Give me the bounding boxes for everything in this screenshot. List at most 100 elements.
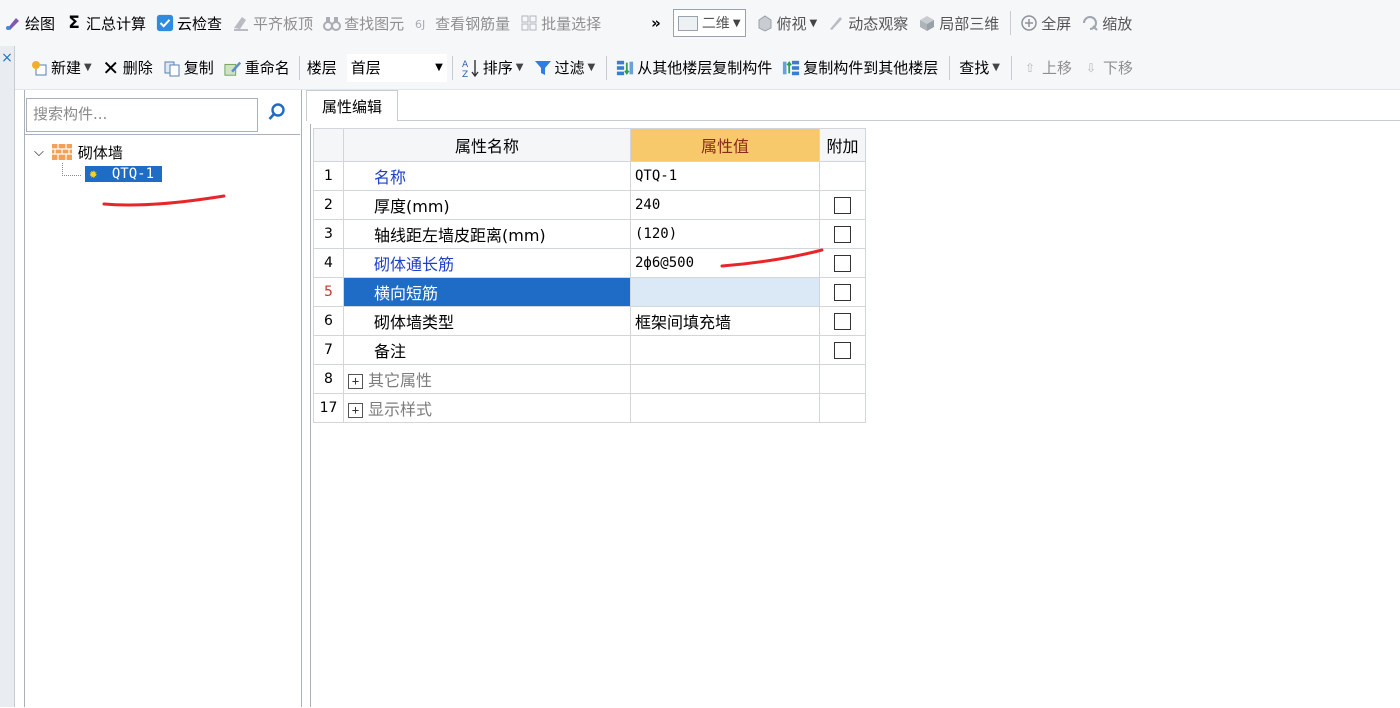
svg-text:Z: Z [462, 70, 468, 78]
table-row[interactable]: 1 名称 QTQ-1 [313, 161, 866, 191]
copy-to-floor-icon [782, 59, 800, 77]
search-input[interactable] [27, 99, 259, 129]
extra-checkbox[interactable] [834, 283, 851, 301]
component-toolbar: 新建 ▼ ✕ 删除 复制 重命名 楼层 首层 ▼ AZ 排序 ▼ 过滤 ▼ 从其… [0, 46, 1400, 90]
close-icon[interactable]: × [0, 50, 14, 70]
tree-node-masonry-wall[interactable]: ⌵ 砌体墙 [34, 141, 123, 163]
delete-icon: ✕ [102, 55, 120, 80]
view-mode-icon [677, 15, 698, 31]
property-value[interactable]: 2ф6@500 [630, 248, 820, 278]
property-name: 横向短筋 [343, 277, 631, 307]
copy-button[interactable]: 复制 [159, 53, 218, 83]
extra-checkbox[interactable] [834, 341, 851, 359]
rename-button[interactable]: 重命名 [220, 53, 294, 83]
tree-connector [62, 162, 81, 176]
search-icon [267, 102, 287, 126]
filter-button[interactable]: 过滤 ▼ [530, 53, 600, 83]
local-3d-icon [918, 14, 936, 32]
draw-icon [4, 14, 22, 32]
fullscreen-button[interactable]: 全屏 [1016, 8, 1075, 38]
top-view-button[interactable]: 俯视 ▼ [752, 8, 822, 38]
collapsed-side-strip[interactable] [0, 46, 15, 707]
find-element-button[interactable]: 查找图元 [319, 8, 408, 38]
table-row[interactable]: 3 轴线距左墙皮距离(mm) (120) [313, 219, 866, 249]
extra-header: 附加 [819, 128, 866, 162]
view-mode-dropdown[interactable]: 二维 ▼ [672, 9, 746, 37]
sort-button[interactable]: AZ 排序 ▼ [458, 53, 528, 83]
property-name: 备注 [343, 335, 631, 365]
gear-icon: ✹ [89, 166, 98, 182]
search-box [26, 98, 259, 132]
batch-select-button[interactable]: 批量选择 [516, 8, 605, 38]
rename-icon [224, 59, 242, 77]
table-row[interactable]: 7 备注 [313, 335, 866, 365]
move-down-button[interactable]: ⇩ 下移 [1078, 53, 1137, 83]
toolbar-separator [1010, 55, 1012, 80]
chevron-down-icon: ▼ [435, 62, 443, 73]
property-value[interactable]: QTQ-1 [630, 161, 820, 191]
extra-checkbox[interactable] [834, 225, 851, 243]
toolbar-overflow-button[interactable]: » [647, 8, 665, 38]
table-row-selected[interactable]: 5 横向短筋 [313, 277, 866, 307]
draw-button[interactable]: 绘图 [0, 8, 59, 38]
delete-button[interactable]: ✕ 删除 [98, 53, 157, 83]
arrow-up-icon: ⇧ [1024, 60, 1035, 75]
view-rebar-button[interactable]: 6J 查看钢筋量 [410, 8, 514, 38]
property-panel-border [310, 124, 311, 707]
expand-icon[interactable]: + [348, 403, 363, 418]
property-name: 厚度(mm) [343, 190, 631, 220]
table-row[interactable]: 4 砌体通长筋 2ф6@500 [313, 248, 866, 278]
chevron-down-icon: ▼ [515, 62, 524, 73]
property-value[interactable]: 框架间填充墙 [630, 306, 820, 336]
extra-checkbox[interactable] [834, 254, 851, 272]
chevron-down-icon: ▼ [587, 62, 596, 73]
align-slab-button[interactable]: 平齐板顶 [228, 8, 317, 38]
table-row[interactable]: 6 砌体墙类型 框架间填充墙 [313, 306, 866, 336]
expand-icon[interactable]: + [348, 374, 363, 389]
local-3d-button[interactable]: 局部三维 [914, 8, 1003, 38]
align-slab-icon [232, 14, 250, 32]
summary-calc-button[interactable]: Σ 汇总计算 [61, 8, 150, 38]
property-value[interactable]: 240 [630, 190, 820, 220]
property-value-header: 属性值 [630, 128, 820, 162]
table-row[interactable]: 2 厚度(mm) 240 [313, 190, 866, 220]
copy-from-other-floor-button[interactable]: 从其他楼层复制构件 [612, 53, 776, 83]
binoculars-icon [323, 14, 342, 32]
zoom-button[interactable]: 缩放 [1077, 8, 1136, 38]
cloud-check-button[interactable]: 云检查 [152, 8, 226, 38]
extra-checkbox[interactable] [834, 196, 851, 214]
sort-az-icon: AZ [462, 59, 480, 78]
new-button[interactable]: 新建 ▼ [26, 53, 96, 83]
find-button[interactable]: 查找 ▼ [955, 53, 1004, 83]
tab-property-edit[interactable]: 属性编辑 [306, 90, 398, 121]
extra-checkbox[interactable] [834, 312, 851, 330]
table-row-group[interactable]: 17 + 显示样式 [313, 393, 866, 423]
property-name: 砌体通长筋 [343, 248, 631, 278]
property-name-header: 属性名称 [343, 128, 631, 162]
chevron-down-icon: ▼ [992, 62, 1000, 73]
tree-node-selected: ✹ QTQ-1 [85, 166, 163, 182]
search-button[interactable] [260, 98, 294, 130]
chevron-down-icon: ▼ [84, 62, 92, 73]
batch-select-icon [520, 14, 538, 32]
orbit-icon [827, 14, 845, 32]
toolbar-separator [606, 55, 608, 80]
table-row-group[interactable]: 8 + 其它属性 [313, 364, 866, 394]
zoom-icon [1081, 14, 1099, 32]
floor-dropdown[interactable]: 首层 ▼ [346, 53, 447, 82]
property-value-input[interactable] [630, 277, 820, 307]
property-name: 名称 [343, 161, 631, 191]
rebar-view-icon: 6J [414, 14, 432, 32]
property-value[interactable]: (120) [630, 219, 820, 249]
chevron-down-icon[interactable]: ⌵ [34, 145, 44, 160]
new-component-icon [30, 59, 48, 77]
svg-text:A: A [462, 60, 469, 70]
orbit-button[interactable]: 动态观察 [823, 8, 912, 38]
property-table-header: 属性名称 属性值 附加 [313, 128, 866, 162]
property-value[interactable] [630, 335, 820, 365]
move-up-button[interactable]: ⇧ 上移 [1017, 53, 1076, 83]
toolbar-separator [1010, 11, 1012, 35]
copy-icon [163, 59, 181, 77]
tree-node-qtq-1[interactable]: ✹ QTQ-1 [62, 162, 163, 185]
copy-to-other-floor-button[interactable]: 复制构件到其他楼层 [778, 53, 942, 83]
